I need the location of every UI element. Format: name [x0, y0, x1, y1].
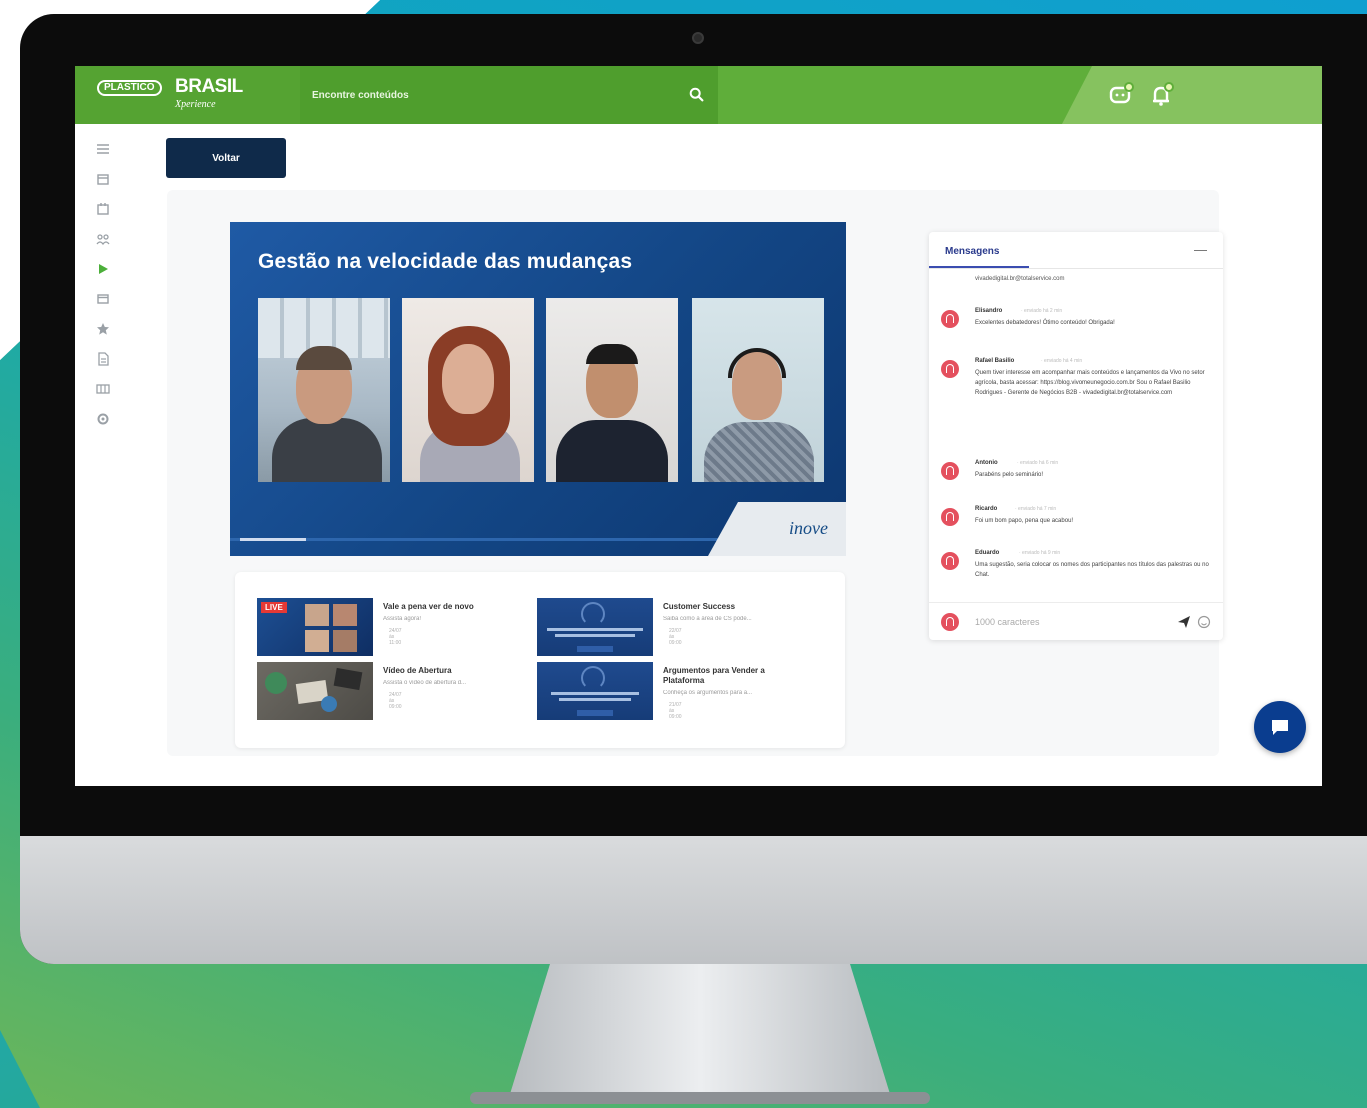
window-icon[interactable]	[93, 290, 113, 308]
message-author: Rafael Basilio	[975, 358, 1015, 364]
message-time: · enviado há 9 min	[1019, 550, 1061, 556]
participant-tile	[402, 298, 534, 482]
document-icon[interactable]	[93, 350, 113, 368]
play-icon[interactable]	[93, 260, 113, 278]
app-screen: PLASTICO BRASIL Xperience Encontre conte…	[75, 66, 1322, 786]
star-icon[interactable]	[93, 320, 113, 338]
people-icon[interactable]	[93, 230, 113, 248]
playlist-thumbnail	[257, 662, 373, 720]
webcam	[692, 32, 704, 44]
top-bar: PLASTICO BRASIL Xperience	[75, 66, 1322, 124]
live-badge: LIVE	[261, 602, 287, 613]
chat-panel: Mensagens — vivadedigital.br@totalservic…	[929, 232, 1223, 640]
avatar	[941, 310, 959, 328]
avatar	[941, 613, 959, 631]
emoji-icon[interactable]	[1197, 615, 1211, 629]
message-text: Uma sugestão, seria colocar os nomes dos…	[975, 562, 1209, 578]
avatar	[941, 360, 959, 378]
message-time: · enviado há 2 min	[1021, 308, 1063, 314]
monitor-chin	[20, 836, 1367, 964]
search-input[interactable]	[312, 86, 672, 104]
video-brand-logo: inove	[789, 518, 828, 538]
participant-tile	[692, 298, 824, 482]
avatar	[941, 552, 959, 570]
message-author: Antonio	[975, 460, 998, 466]
avatar	[941, 462, 959, 480]
top-bar-accent	[1062, 66, 1322, 124]
message-time: · enviado há 6 min	[1017, 460, 1059, 466]
message-author: Elisandro	[975, 308, 1003, 314]
playlist-thumbnail	[537, 662, 653, 720]
back-button[interactable]: Voltar	[166, 138, 286, 178]
logo-name: BRASIL	[175, 76, 243, 97]
playlist-item-date: 21/07 às 09:00	[669, 702, 682, 720]
grid-icon[interactable]	[93, 380, 113, 398]
playlist-thumbnail: LIVE	[257, 598, 373, 656]
send-icon[interactable]	[1177, 615, 1191, 629]
tab-messages[interactable]: Mensagens	[945, 246, 999, 257]
playlist: LIVE Vale a pena ver de novo Assista ago…	[235, 572, 845, 748]
participant-tile	[258, 298, 390, 482]
menu-icon[interactable]	[93, 140, 113, 158]
avatar	[941, 508, 959, 526]
chat-support-icon	[1272, 720, 1288, 735]
search-bar	[300, 66, 718, 124]
chat-compose	[929, 602, 1223, 640]
video-player[interactable]: Gestão na velocidade das mudanças inove	[230, 222, 846, 556]
chat-input[interactable]	[975, 615, 1145, 629]
playlist-thumbnail	[537, 598, 653, 656]
message-author: Eduardo	[975, 550, 1000, 556]
bell-icon[interactable]	[1147, 80, 1177, 110]
bell-notification-dot	[1164, 82, 1174, 92]
playlist-item-title: Vídeo de Abertura	[383, 666, 452, 675]
video-progress-fill	[240, 538, 306, 541]
video-title: Gestão na velocidade das mudanças	[258, 250, 633, 273]
message-text: Foi um bom papo, pena que acabou!	[975, 518, 1074, 524]
playlist-item-desc: Assista o vídeo de abertura d...	[383, 680, 467, 686]
chat-bubble-icon[interactable]	[1107, 80, 1137, 110]
playlist-item-date: 22/07 às 09:00	[669, 628, 682, 646]
playlist-item-title: Vale a pena ver de novo	[383, 602, 474, 611]
settings-icon[interactable]	[93, 410, 113, 428]
search-icon[interactable]	[688, 86, 706, 104]
side-nav	[75, 124, 135, 786]
message-time: · enviado há 4 min	[1041, 358, 1083, 364]
playlist-item-title: Customer Success	[663, 602, 736, 611]
playlist-item-date: 24/07 às 09:00	[389, 692, 402, 710]
playlist-item-desc: Saiba como a área de CS pode...	[663, 616, 752, 622]
participant-tile	[546, 298, 678, 482]
calendar-icon[interactable]	[93, 170, 113, 188]
playlist-item-date: 24/07 às 11:00	[389, 628, 402, 646]
message-text: Quem tiver interesse em acompanhar mais …	[975, 370, 1205, 396]
chat-minimize-button[interactable]: —	[1194, 242, 1207, 257]
playlist-item-desc: Conheça os argumentos para a...	[663, 690, 753, 696]
schedule-icon[interactable]	[93, 200, 113, 218]
logo-subtitle: Xperience	[175, 99, 216, 110]
main-content: Voltar Gestão na velocidade das mudanças	[135, 124, 1322, 786]
message-text: Parabéns pelo seminário!	[975, 472, 1044, 478]
monitor-stand	[510, 964, 890, 1094]
message-text: Excelentes debatedores! Ótimo conteúdo! …	[975, 320, 1115, 326]
logo[interactable]: PLASTICO BRASIL Xperience	[75, 66, 300, 124]
playlist-item-title: Argumentos para Vender a Plataforma	[663, 666, 765, 685]
chat-message-continued: vivadedigital.br@totalservice.com	[975, 276, 1065, 282]
playlist-item-desc: Assista agora!	[383, 616, 422, 622]
logo-badge: PLASTICO	[97, 80, 162, 96]
monitor-stand-base	[470, 1092, 930, 1104]
chat-notification-dot	[1124, 82, 1134, 92]
message-author: Ricardo	[975, 506, 998, 512]
chat-support-button[interactable]	[1254, 701, 1306, 753]
message-time: · enviado há 7 min	[1015, 506, 1057, 512]
chat-divider	[929, 268, 1223, 269]
